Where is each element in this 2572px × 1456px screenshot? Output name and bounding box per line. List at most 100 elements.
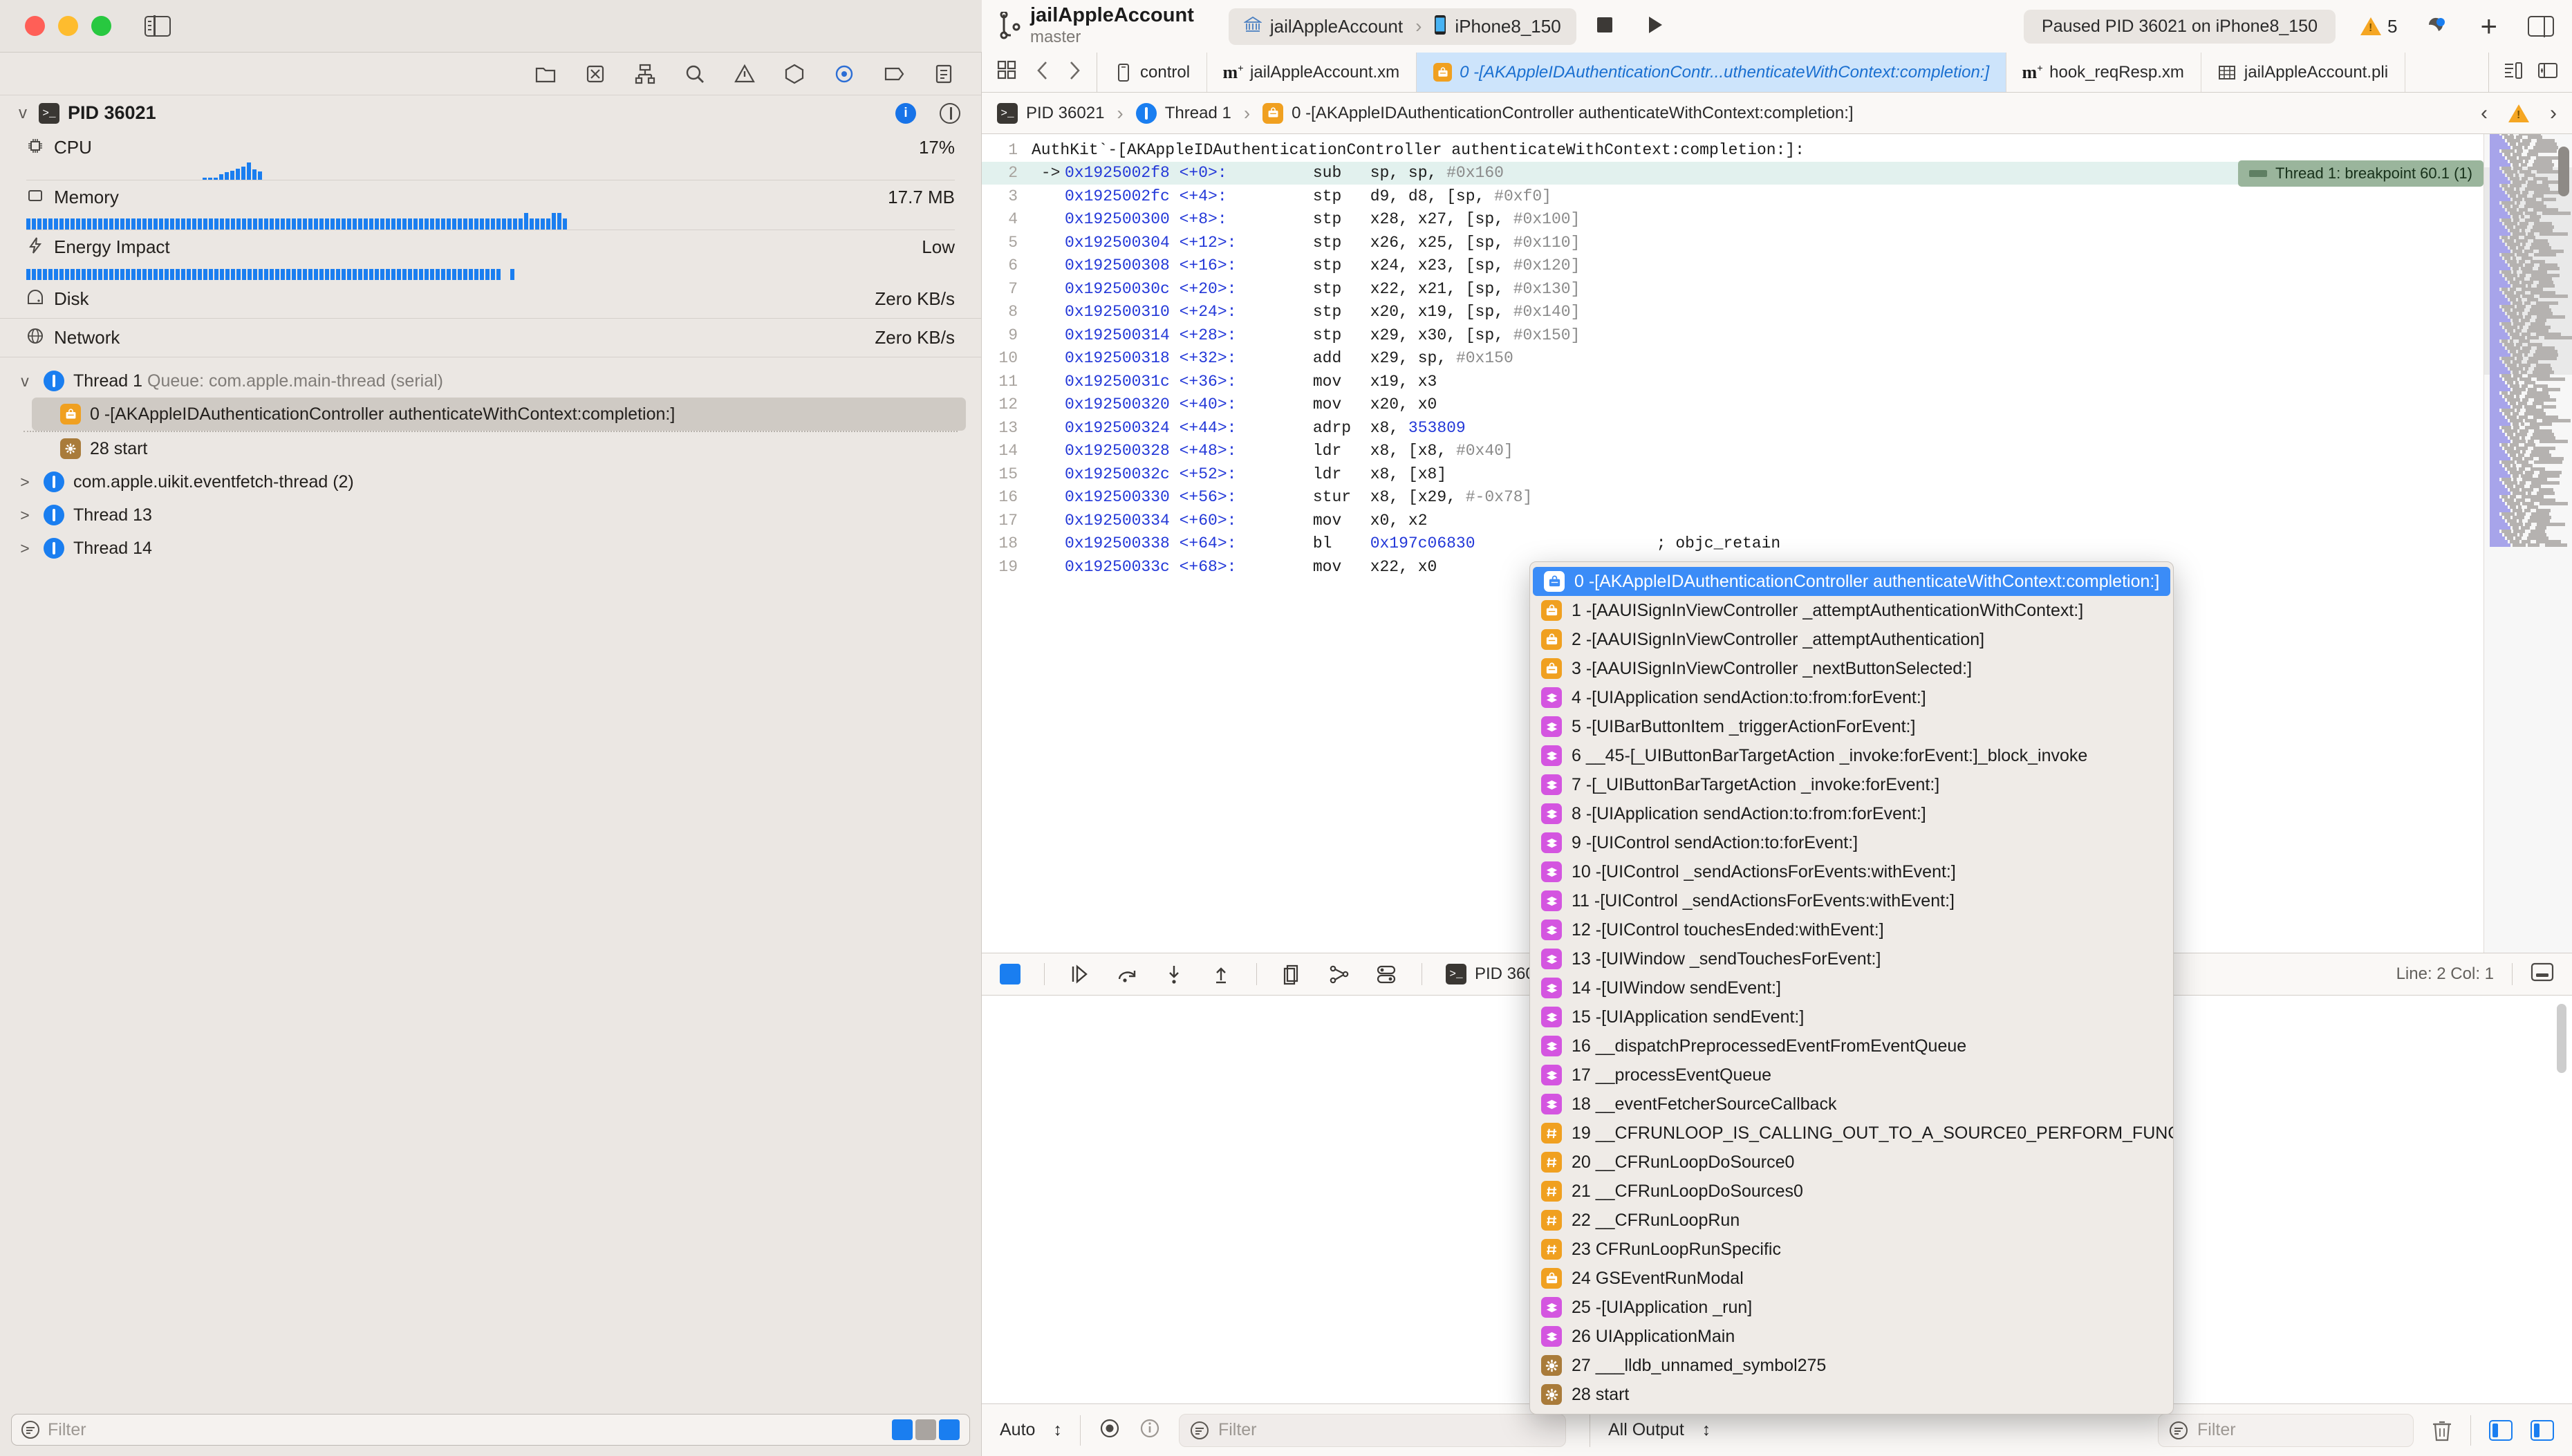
console-filter-input[interactable]: Filter — [2158, 1413, 2414, 1447]
jumpbar-frame[interactable]: 0 -[AKAppleIDAuthenticationController au… — [1292, 104, 1853, 123]
variables-view[interactable] — [982, 996, 1590, 1403]
stack-frame-item[interactable]: 5 -[UIBarButtonItem _triggerActionForEve… — [1530, 712, 2173, 741]
gauge-energy[interactable]: Energy Impact Low — [0, 230, 981, 280]
stack-frame-item[interactable]: 19 __CFRUNLOOP_IS_CALLING_OUT_TO_A_SOURC… — [1530, 1119, 2173, 1148]
warning-icon[interactable] — [2508, 104, 2529, 122]
output-mode-selector[interactable]: All Output — [1608, 1420, 1684, 1440]
disclosure-triangle[interactable]: > — [15, 539, 35, 558]
code-line[interactable]: 4 0x192500300 <+8>: stp x28, x27, [sp, #… — [982, 208, 2484, 232]
stack-frame-popup[interactable]: 0 -[AKAppleIDAuthenticationController au… — [1529, 561, 2174, 1415]
disclosure-triangle[interactable]: > — [15, 506, 35, 525]
breakpoint-annotation[interactable]: Thread 1: breakpoint 60.1 (1) — [2238, 160, 2484, 187]
stack-frame-item[interactable]: 28 start — [1530, 1380, 2173, 1409]
toggle-variables-view-icon[interactable] — [2489, 1419, 2513, 1441]
stack-frame-item[interactable]: 16 __dispatchPreprocessedEventFromEventQ… — [1530, 1032, 2173, 1061]
code-line[interactable]: 11 0x19250031c <+36>: mov x19, x3 — [982, 370, 2484, 393]
thread-row[interactable]: > com.apple.uikit.eventfetch-thread (2) — [15, 465, 966, 498]
filter-scope-all-icon[interactable] — [892, 1419, 913, 1440]
view-hierarchy-icon[interactable] — [1280, 962, 1304, 986]
thread-row[interactable]: > Thread 14 — [15, 532, 966, 565]
stack-frame-item[interactable]: 22 __CFRunLoopRun — [1530, 1206, 2173, 1235]
forward-chevron-icon[interactable] — [1068, 60, 1081, 84]
code-line[interactable]: 5 0x192500304 <+12>: stp x26, x25, [sp, … — [982, 231, 2484, 254]
code-line[interactable]: 9 0x192500314 <+28>: stp x29, x30, [sp, … — [982, 324, 2484, 347]
editor-minimap[interactable] — [2484, 134, 2572, 953]
stack-frame-item[interactable]: 25 -[UIApplication _run] — [1530, 1293, 2173, 1322]
hide-console-icon[interactable] — [2531, 962, 2554, 987]
thread-row[interactable]: v Thread 1 Queue: com.apple.main-thread (… — [15, 364, 966, 398]
jumpbar-thread[interactable]: Thread 1 — [1165, 104, 1231, 123]
search-icon[interactable] — [684, 63, 706, 85]
minimize-button[interactable] — [58, 16, 78, 36]
close-button[interactable] — [25, 16, 45, 36]
toggle-console-view-icon[interactable] — [2531, 1419, 2554, 1441]
thread-row[interactable]: > Thread 13 — [15, 498, 966, 532]
stack-frame-item[interactable]: 4 -[UIApplication sendAction:to:from:for… — [1530, 683, 2173, 712]
stop-icon[interactable] — [1593, 13, 1616, 40]
code-line[interactable]: 8 0x192500310 <+24>: stp x20, x19, [sp, … — [982, 301, 2484, 324]
stack-frame-item[interactable]: 14 -[UIWindow sendEvent:] — [1530, 973, 2173, 1002]
thread-row[interactable]: 28 start — [32, 432, 966, 465]
navigator-filter-input[interactable]: Filter — [11, 1414, 970, 1446]
source-control-icon[interactable] — [584, 63, 606, 85]
stack-frame-item[interactable]: 2 -[AAUISignInViewController _attemptAut… — [1530, 625, 2173, 654]
eye-icon[interactable] — [1099, 1417, 1121, 1443]
stack-frame-item[interactable]: 23 CFRunLoopRunSpecific — [1530, 1235, 2173, 1264]
warning-indicator[interactable]: 5 — [2360, 16, 2397, 37]
minimap-scroll-thumb[interactable] — [2558, 147, 2569, 196]
stack-frame-item-selected[interactable]: 0 -[AKAppleIDAuthenticationController au… — [1533, 567, 2170, 596]
debug-icon[interactable] — [833, 63, 855, 85]
simulate-location-icon[interactable] — [1374, 962, 1398, 986]
stack-frame-item[interactable]: 24 GSEventRunModal — [1530, 1264, 2173, 1293]
stack-frame-item[interactable]: 17 __processEventQueue — [1530, 1061, 2173, 1090]
editor-tab[interactable]: jailAppleAccount.pli — [2201, 53, 2406, 92]
stack-frame-item[interactable]: 7 -[_UIButtonBarTargetAction _invoke:for… — [1530, 770, 2173, 799]
project-branch-block[interactable]: jailAppleAccount master — [1000, 5, 1215, 47]
traffic-lights[interactable] — [25, 16, 111, 36]
inspector-toggle-icon[interactable] — [2528, 15, 2554, 37]
step-out-icon[interactable] — [1209, 962, 1233, 986]
stack-frame-item[interactable]: 18 __eventFetcherSourceCallback — [1530, 1090, 2173, 1119]
run-icon[interactable] — [1643, 13, 1666, 40]
info-icon[interactable]: i — [895, 102, 916, 124]
stack-frame-item[interactable]: 9 -[UIControl sendAction:to:forEvent:] — [1530, 828, 2173, 857]
thread-row-selected[interactable]: 0 -[AKAppleIDAuthenticationController au… — [32, 398, 966, 431]
code-line[interactable]: 6 0x192500308 <+16>: stp x24, x23, [sp, … — [982, 254, 2484, 278]
code-line[interactable]: 12 0x192500320 <+40>: mov x20, x0 — [982, 393, 2484, 417]
gauge-network[interactable]: Network Zero KB/s — [0, 319, 981, 357]
stack-frame-item[interactable]: 10 -[UIControl _sendActionsForEvents:wit… — [1530, 857, 2173, 886]
disclosure-triangle[interactable]: v — [15, 104, 30, 123]
previous-issue-icon[interactable]: ‹ — [2481, 102, 2488, 125]
filter-scope-threads-icon[interactable] — [939, 1419, 960, 1440]
stack-frame-item[interactable]: 1 -[AAUISignInViewController _attemptAut… — [1530, 596, 2173, 625]
code-line[interactable]: 14 0x192500328 <+48>: ldr x8, [x8, #0x40… — [982, 440, 2484, 463]
code-line[interactable]: 3 0x1925002fc <+4>: stp d9, d8, [sp, #0x… — [982, 185, 2484, 208]
continue-icon[interactable] — [1068, 962, 1092, 986]
gauge-memory[interactable]: Memory 17.7 MB — [0, 180, 981, 230]
stack-frame-item[interactable]: 11 -[UIControl _sendActionsForEvents:wit… — [1530, 886, 2173, 915]
grid-view-icon[interactable] — [997, 60, 1018, 84]
stack-frame-item[interactable]: 20 __CFRunLoopDoSource0 — [1530, 1148, 2173, 1177]
disclosure-triangle[interactable]: > — [15, 473, 35, 492]
folder-icon[interactable] — [534, 63, 557, 85]
code-line[interactable]: 16 0x192500330 <+56>: stur x8, [x29, #-0… — [982, 486, 2484, 510]
memory-graph-icon[interactable] — [1327, 962, 1351, 986]
breakpoint-icon[interactable] — [883, 63, 905, 85]
stack-frame-item[interactable]: 8 -[UIApplication sendAction:to:from:for… — [1530, 799, 2173, 828]
filter-scope-queues-icon[interactable] — [915, 1419, 936, 1440]
scheme-destination-picker[interactable]: jailAppleAccount › iPhone8_150 — [1228, 8, 1576, 45]
stack-frame-item[interactable]: 27 ___lldb_unnamed_symbol275 — [1530, 1351, 2173, 1380]
stack-frame-item[interactable]: 13 -[UIWindow _sendTouchesForEvent:] — [1530, 944, 2173, 973]
step-over-icon[interactable] — [1115, 962, 1139, 986]
editor-tab[interactable]: m+ hook_reqResp.xm — [2006, 53, 2201, 92]
code-line[interactable]: 13 0x192500324 <+44>: adrp x8, 353809 — [982, 416, 2484, 440]
code-line[interactable]: 15 0x19250032c <+52>: ldr x8, [x8] — [982, 463, 2484, 486]
add-editor-button[interactable]: + — [2480, 12, 2497, 41]
jumpbar-process[interactable]: PID 36021 — [1026, 104, 1104, 123]
clear-console-icon[interactable] — [2432, 1419, 2452, 1442]
stack-frame-item[interactable]: 26 UIApplicationMain — [1530, 1322, 2173, 1351]
add-assistant-editor-icon[interactable] — [2537, 60, 2558, 84]
disclosure-triangle[interactable]: v — [15, 372, 35, 391]
test-icon[interactable] — [783, 63, 805, 85]
stepper-icon[interactable]: ↕ — [1702, 1420, 1711, 1440]
